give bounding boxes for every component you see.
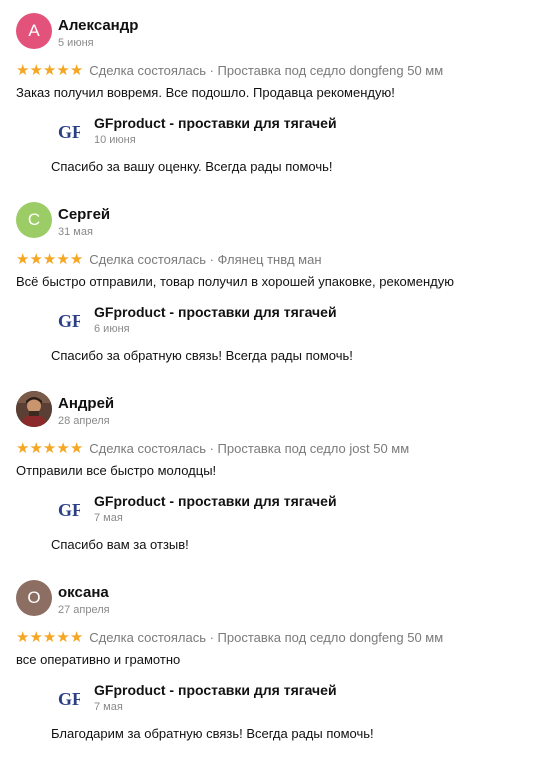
reply-date: 10 июня (94, 134, 136, 146)
review-meta: ★ ★ ★ ★ ★ Сделка состоялась · Флянец тнвд ма… (16, 250, 322, 268)
avatar[interactable] (16, 391, 52, 427)
avatar[interactable]: С (16, 202, 52, 238)
avatar-photo (16, 391, 52, 427)
rating-stars: ★ ★ ★ ★ ★ (16, 252, 83, 267)
review-meta: ★ ★ ★ ★ ★ Сделка состоялась · Проставка под … (16, 628, 443, 646)
star-icon: ★ (42, 61, 57, 79)
star-icon: ★ (56, 61, 70, 79)
star-icon: ★ (16, 250, 30, 268)
review-meta: ★ ★ ★ ★ ★ Сделка состоялась · Проставка под … (16, 61, 443, 79)
star-icon: ★ (56, 628, 70, 646)
reply-text: Спасибо за вашу оценку. Всегда рады помо… (51, 159, 333, 174)
seller-name[interactable]: GFproduct - проставки для тягачей (94, 493, 337, 509)
reviewer-name[interactable]: Александр (58, 17, 138, 34)
reply-date: 7 мая (94, 701, 123, 713)
avatar[interactable]: А (16, 13, 52, 49)
seller-logo-icon: GF (58, 122, 80, 142)
seller-logo-icon: GF (58, 311, 80, 331)
deal-info: Сделка состоялась · Флянец тнвд ман (89, 251, 322, 267)
star-icon: ★ (16, 439, 30, 457)
seller-name[interactable]: GFproduct - проставки для тягачей (94, 304, 337, 320)
star-icon: ★ (56, 439, 70, 457)
star-icon: ★ (29, 61, 43, 79)
star-icon: ★ (42, 439, 57, 457)
reply-date: 7 мая (94, 512, 123, 524)
seller-logo-text: GF (58, 500, 80, 520)
star-icon: ★ (42, 628, 57, 646)
review-date: 27 апреля (58, 604, 110, 616)
review-text: Отправили все быстро молодцы! (16, 463, 217, 478)
star-icon: ★ (29, 250, 43, 268)
star-icon: ★ (69, 250, 84, 268)
deal-info: Сделка состоялась · Проставка под седло … (89, 440, 410, 456)
seller-logo-text: GF (58, 689, 80, 709)
seller-name[interactable]: GFproduct - проставки для тягачей (94, 682, 337, 698)
rating-stars: ★ ★ ★ ★ ★ (16, 630, 83, 645)
rating-stars: ★ ★ ★ ★ ★ (16, 441, 83, 456)
review-date: 31 мая (58, 226, 93, 238)
review-card: С Сергей 31 мая ★ ★ ★ ★ ★ Сделка состоялась … (0, 189, 536, 378)
review-text: все оперативно и грамотно (16, 652, 181, 667)
star-icon: ★ (56, 250, 70, 268)
reviewer-name[interactable]: Сергей (58, 206, 110, 223)
rating-stars: ★ ★ ★ ★ ★ (16, 63, 83, 78)
avatar-initial: А (28, 21, 40, 40)
star-icon: ★ (16, 628, 30, 646)
review-text: Заказ получил вовремя. Все подошло. Прод… (16, 85, 395, 100)
deal-info: Сделка состоялась · Проставка под седло … (89, 62, 444, 78)
reviewer-name[interactable]: оксана (58, 584, 109, 601)
seller-logo-text: GF (58, 122, 80, 142)
avatar-initial: С (27, 210, 41, 229)
reply-text: Спасибо вам за отзыв! (51, 537, 189, 552)
star-icon: ★ (69, 61, 84, 79)
review-date: 28 апреля (58, 415, 110, 427)
review-card: А Александр 5 июня ★ ★ ★ ★ ★ Сделка состояла… (0, 0, 536, 189)
review-meta: ★ ★ ★ ★ ★ Сделка состоялась · Проставка под … (16, 439, 409, 457)
star-icon: ★ (29, 439, 43, 457)
star-icon: ★ (69, 439, 84, 457)
reviewer-name[interactable]: Андрей (58, 395, 114, 412)
deal-info: Сделка состоялась · Проставка под седло … (89, 629, 444, 645)
star-icon: ★ (29, 628, 43, 646)
reply-text: Благодарим за обратную связь! Всегда рад… (51, 726, 374, 741)
review-card: Андрей 28 апреля ★ ★ ★ ★ ★ Сделка состоялась… (0, 378, 536, 567)
review-card: О оксана 27 апреля ★ ★ ★ ★ ★ Сделка состояла… (0, 567, 536, 756)
reply-text: Спасибо за обратную связь! Всегда рады п… (51, 348, 353, 363)
seller-logo-text: GF (58, 311, 80, 331)
reply-date: 6 июня (94, 323, 130, 335)
star-icon: ★ (42, 250, 57, 268)
seller-logo-icon: GF (58, 689, 80, 709)
star-icon: ★ (69, 628, 84, 646)
star-icon: ★ (16, 61, 30, 79)
review-date: 5 июня (58, 37, 94, 49)
avatar-initial: О (27, 588, 41, 607)
seller-logo-icon: GF (58, 500, 80, 520)
avatar[interactable]: О (16, 580, 52, 616)
review-text: Всё быстро отправили, товар получил в хо… (16, 274, 454, 289)
seller-name[interactable]: GFproduct - проставки для тягачей (94, 115, 337, 131)
